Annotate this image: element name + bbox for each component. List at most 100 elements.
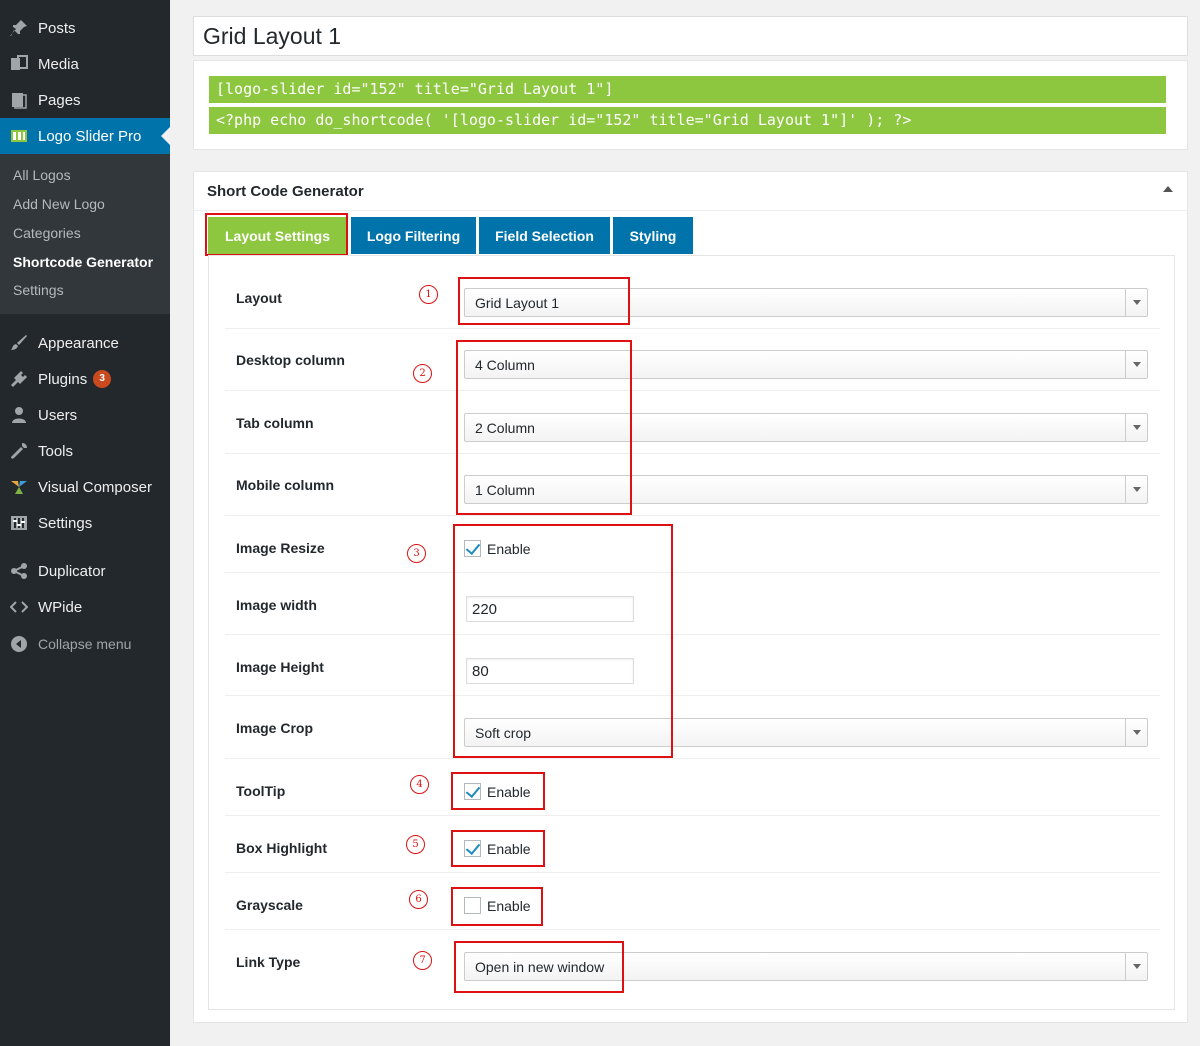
row-divider <box>225 695 1160 696</box>
row-divider <box>225 815 1160 816</box>
chevron-down-icon <box>1125 476 1147 503</box>
annotation-box-4 <box>451 772 545 810</box>
menu-item-logo-slider-pro[interactable]: Logo Slider Pro <box>0 118 170 154</box>
shortcode-display-box: [logo-slider id="152" title="Grid Layout… <box>193 60 1188 150</box>
collapse-menu-button[interactable]: Collapse menu <box>0 626 170 662</box>
menu-item-pages[interactable]: Pages <box>0 82 170 118</box>
collapse-toggle-icon[interactable] <box>1163 186 1173 192</box>
collapse-icon <box>0 635 38 653</box>
menu-label: Plugins <box>38 370 88 388</box>
pin-icon <box>0 19 38 37</box>
menu-label: Appearance <box>38 334 119 352</box>
row-divider <box>225 634 1160 635</box>
menu-item-duplicator[interactable]: Duplicator <box>0 553 170 589</box>
menu-label: Media <box>38 55 79 73</box>
annotation-box-7 <box>454 941 624 993</box>
menu-label: Pages <box>38 91 81 109</box>
plugin-icon <box>0 370 38 388</box>
submenu-item-settings[interactable]: Settings <box>13 282 64 298</box>
annotation-box-2 <box>456 340 632 515</box>
menu-item-visual-composer[interactable]: Visual Composer <box>0 469 170 505</box>
active-arrow <box>161 127 170 145</box>
grayscale-label: Grayscale <box>236 897 303 913</box>
annotation-marker-6: 6 <box>409 890 428 909</box>
chevron-down-icon <box>1125 351 1147 378</box>
generator-header[interactable]: Short Code Generator <box>194 172 1187 211</box>
media-icon <box>0 55 38 73</box>
logo-slider-icon <box>0 127 38 145</box>
image-width-label: Image width <box>236 597 317 613</box>
row-divider <box>225 328 1160 329</box>
menu-label: Users <box>38 406 78 424</box>
image-resize-label: Image Resize <box>236 540 325 556</box>
annotation-marker-2: 2 <box>413 364 432 383</box>
tooltip-label: ToolTip <box>236 783 286 799</box>
annotation-box-6 <box>451 887 543 926</box>
desktop-column-label: Desktop column <box>236 352 345 368</box>
layout-settings-panel: Layout Grid Layout 1 Desktop column 4 Co… <box>208 255 1175 1010</box>
submenu-item-add-new-logo[interactable]: Add New Logo <box>13 196 105 212</box>
users-icon <box>0 406 38 424</box>
link-type-label: Link Type <box>236 954 301 970</box>
plugins-update-badge: 3 <box>93 370 112 388</box>
row-divider <box>225 872 1160 873</box>
tab-column-label: Tab column <box>236 415 314 431</box>
tab-styling[interactable]: Styling <box>613 217 693 254</box>
menu-label: Logo Slider Pro <box>38 127 142 145</box>
annotation-marker-7: 7 <box>413 951 432 970</box>
mobile-column-label: Mobile column <box>236 477 334 493</box>
code-icon <box>0 598 38 616</box>
wrench-icon <box>0 442 38 460</box>
php-shortcode-line[interactable]: <?php echo do_shortcode( '[logo-slider i… <box>209 107 1166 134</box>
menu-item-posts[interactable]: Posts <box>0 10 170 46</box>
annotation-box-5 <box>451 830 545 867</box>
chevron-down-icon <box>1125 953 1147 980</box>
menu-label: WPide <box>38 598 83 616</box>
paintbrush-icon <box>0 334 38 352</box>
shortcode-generator-box: Short Code Generator Layout Settings Log… <box>193 171 1188 1023</box>
annotation-marker-3: 3 <box>407 544 426 563</box>
submenu-item-categories[interactable]: Categories <box>13 225 81 241</box>
tab-field-selection[interactable]: Field Selection <box>479 217 610 254</box>
annotation-box-3 <box>453 524 673 758</box>
share-icon <box>0 562 38 580</box>
submenu-item-all-logos[interactable]: All Logos <box>13 167 71 183</box>
collapse-label: Collapse menu <box>38 636 132 652</box>
submenu: All Logos Add New Logo Categories Shortc… <box>0 154 170 314</box>
row-divider <box>225 758 1160 759</box>
menu-label: Visual Composer <box>38 478 152 496</box>
annotation-box-tab <box>205 213 348 256</box>
menu-item-appearance[interactable]: Appearance <box>0 325 170 361</box>
chevron-down-icon <box>1125 719 1147 746</box>
chevron-down-icon <box>1125 289 1147 316</box>
row-divider <box>225 929 1160 930</box>
box-highlight-label: Box Highlight <box>236 840 327 856</box>
visual-composer-icon <box>0 478 38 496</box>
menu-item-tools[interactable]: Tools <box>0 433 170 469</box>
row-divider <box>225 515 1160 516</box>
menu-item-media[interactable]: Media <box>0 46 170 82</box>
shortcode-line[interactable]: [logo-slider id="152" title="Grid Layout… <box>209 76 1166 103</box>
tab-logo-filtering[interactable]: Logo Filtering <box>351 217 476 254</box>
generator-title: Short Code Generator <box>207 183 364 200</box>
annotation-marker-5: 5 <box>406 835 425 854</box>
menu-label: Posts <box>38 19 76 37</box>
post-title-input[interactable]: Grid Layout 1 <box>193 16 1188 56</box>
annotation-marker-4: 4 <box>410 775 429 794</box>
pages-icon <box>0 91 38 109</box>
menu-label: Settings <box>38 514 93 532</box>
image-crop-label: Image Crop <box>236 720 314 736</box>
menu-item-plugins[interactable]: Plugins 3 <box>0 361 170 397</box>
row-divider <box>225 453 1160 454</box>
chevron-down-icon <box>1125 414 1147 441</box>
submenu-item-shortcode-generator[interactable]: Shortcode Generator <box>13 254 153 270</box>
menu-item-wpide[interactable]: WPide <box>0 589 170 625</box>
image-height-label: Image Height <box>236 659 324 675</box>
menu-item-users[interactable]: Users <box>0 397 170 433</box>
annotation-marker-1: 1 <box>419 285 438 304</box>
admin-sidebar: Posts Media Pages Logo Slider Pro All Lo… <box>0 0 170 1046</box>
menu-label: Duplicator <box>38 562 106 580</box>
layout-label: Layout <box>236 290 282 306</box>
annotation-box-1 <box>458 277 630 325</box>
menu-item-settings[interactable]: Settings <box>0 505 170 541</box>
